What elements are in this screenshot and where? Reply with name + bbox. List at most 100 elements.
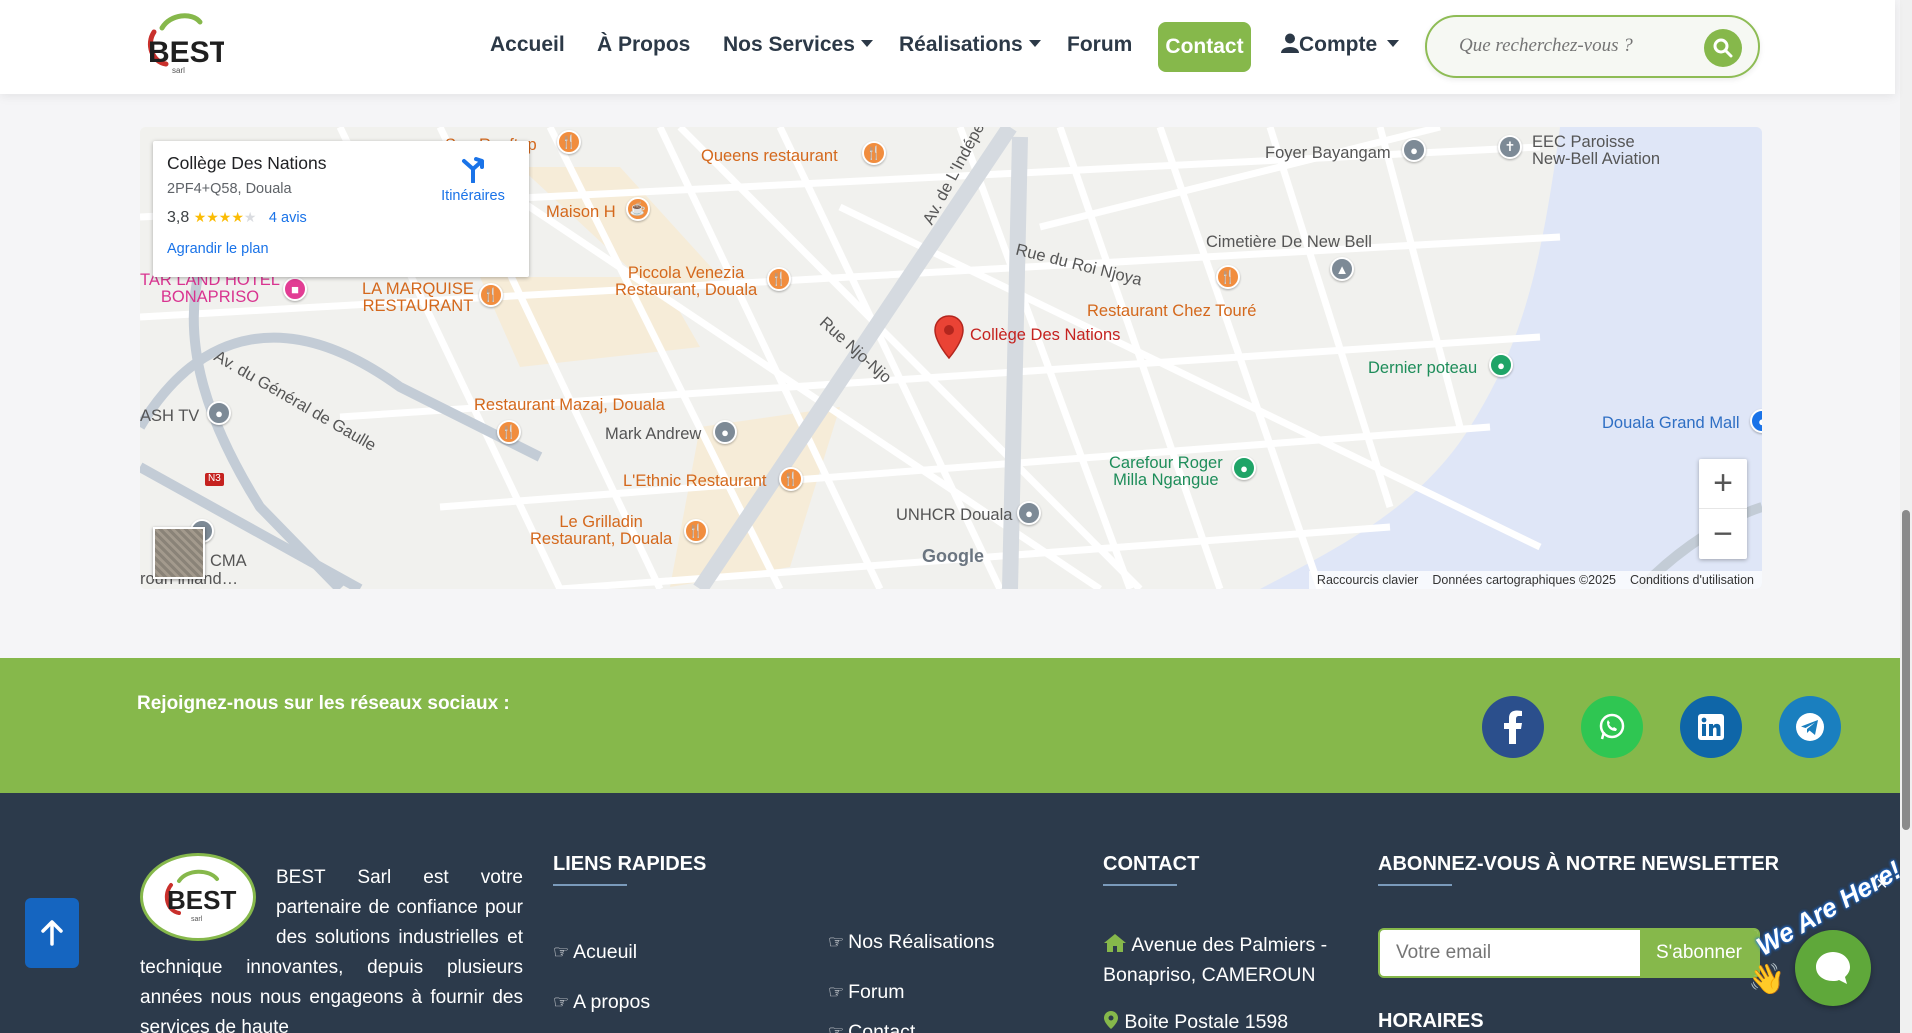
- place-icon[interactable]: ●: [1017, 501, 1041, 525]
- footer-link-contact[interactable]: ☞ Contact: [828, 1021, 915, 1033]
- map-label-ash-tv[interactable]: ASH TV: [140, 407, 199, 425]
- map-label-eec[interactable]: EEC Paroisse New-Bell Aviation: [1532, 133, 1660, 169]
- contact-label: Contact: [1165, 35, 1244, 58]
- zoom-in-button[interactable]: +: [1699, 459, 1747, 509]
- nav-realisations[interactable]: Réalisations: [899, 33, 1041, 57]
- chat-widget-button[interactable]: [1795, 930, 1871, 1006]
- map-label-grand-mall[interactable]: Douala Grand Mall: [1602, 414, 1740, 432]
- map-label-cimetiere[interactable]: Cimetière De New Bell: [1206, 233, 1372, 251]
- directions-button[interactable]: Itinéraires: [423, 155, 523, 204]
- star-empty-icon: ★: [243, 209, 257, 225]
- pointing-hand-icon: ☞: [828, 932, 845, 952]
- map-label-mazaj[interactable]: Restaurant Mazaj, Douala: [474, 396, 665, 414]
- nav-forum[interactable]: Forum: [1067, 33, 1132, 57]
- nav-a-propos[interactable]: À Propos: [597, 33, 690, 57]
- zoom-out-button[interactable]: −: [1699, 509, 1747, 559]
- nav-services-label: Nos Services: [723, 33, 855, 56]
- scrollbar-thumb[interactable]: [1902, 510, 1910, 830]
- embedded-map[interactable]: Sun Rooftop 🍴 Queens restaurant 🍴 Foyer …: [140, 127, 1762, 589]
- place-icon[interactable]: ●: [1232, 456, 1256, 480]
- footer-po-box: Boite Postale 1598: [1103, 1010, 1288, 1033]
- address-text: Avenue des Palmiers - Bonapriso, CAMEROU…: [1103, 934, 1328, 986]
- place-name: Collège Des Nations: [167, 153, 327, 173]
- contact-button[interactable]: Contact: [1158, 22, 1251, 72]
- facebook-icon[interactable]: [1482, 696, 1544, 758]
- search-button[interactable]: [1704, 29, 1742, 67]
- chat-close-icon[interactable]: ×: [1876, 873, 1888, 896]
- restaurant-icon[interactable]: 🍴: [1216, 265, 1240, 289]
- logo-text: BEST: [148, 36, 224, 69]
- subscribe-button[interactable]: S'abonner: [1640, 930, 1758, 976]
- chat-bubble-icon: [1816, 952, 1850, 984]
- logo-sub: sarl: [172, 66, 185, 75]
- linkedin-icon[interactable]: [1680, 696, 1742, 758]
- map-label-chez-toure[interactable]: Restaurant Chez Touré: [1087, 302, 1256, 320]
- map-label-pin[interactable]: Collège Des Nations: [970, 326, 1120, 344]
- map-attribution: Raccourcis clavier Données cartographiqu…: [1308, 571, 1762, 589]
- route-badge: N3: [205, 473, 224, 486]
- map-label-piccola[interactable]: Piccola Venezia Restaurant, Douala: [615, 264, 757, 300]
- terms-link[interactable]: Conditions d'utilisation: [1630, 573, 1754, 587]
- map-label-grilladin[interactable]: Le Grilladin Restaurant, Douala: [530, 513, 672, 549]
- footer-link-accueil[interactable]: ☞ Acueuil: [553, 941, 637, 964]
- place-address: 2PF4+Q58, Douala: [167, 181, 292, 197]
- email-field[interactable]: [1396, 942, 1586, 964]
- map-label-dernier[interactable]: Dernier poteau: [1368, 359, 1477, 377]
- map-label-carrefour[interactable]: Carefour Roger Milla Ngangue: [1109, 454, 1223, 490]
- restaurant-icon[interactable]: 🍴: [557, 130, 581, 154]
- map-label-marquise[interactable]: LA MARQUISE RESTAURANT: [362, 280, 474, 316]
- nav-accueil[interactable]: Accueil: [490, 33, 565, 57]
- restaurant-icon[interactable]: 🍴: [767, 267, 791, 291]
- footer-about: BEST Sarl est votre partenaire de confia…: [140, 863, 523, 1033]
- hotel-icon[interactable]: ■: [283, 277, 307, 301]
- nav-realisations-label: Réalisations: [899, 33, 1023, 56]
- map-label-ethnic[interactable]: L'Ethnic Restaurant: [623, 472, 766, 490]
- footer: BEST sarl BEST Sarl est votre partenaire…: [0, 793, 1900, 1033]
- whatsapp-icon[interactable]: [1581, 696, 1643, 758]
- account-menu[interactable]: Compte: [1281, 33, 1400, 57]
- site-logo[interactable]: BEST sarl: [140, 10, 228, 76]
- enlarge-map-link[interactable]: Agrandir le plan: [167, 241, 269, 257]
- place-icon[interactable]: ●: [207, 401, 231, 425]
- place-icon[interactable]: ●: [713, 420, 737, 444]
- search-input[interactable]: [1459, 35, 1689, 57]
- restaurant-icon[interactable]: 🍴: [779, 467, 803, 491]
- cemetery-icon[interactable]: ▲: [1330, 257, 1354, 281]
- reviews-link[interactable]: 4 avis: [269, 210, 307, 226]
- place-rating: 3,8 ★★★★★ 4 avis: [167, 209, 307, 227]
- church-icon[interactable]: ✝: [1498, 135, 1522, 159]
- map-label-cma[interactable]: CMA: [210, 552, 247, 570]
- place-icon[interactable]: ●: [1402, 138, 1426, 162]
- telegram-icon[interactable]: [1779, 696, 1841, 758]
- map-label-unhcr[interactable]: UNHCR Douala: [896, 506, 1012, 524]
- nav-services[interactable]: Nos Services: [723, 33, 873, 57]
- back-to-top-button[interactable]: [25, 898, 79, 968]
- newsletter-form: S'abonner: [1378, 928, 1760, 978]
- footer-link-label: Acueuil: [573, 941, 638, 963]
- map-label-mark[interactable]: Mark Andrew: [605, 425, 701, 443]
- restaurant-icon[interactable]: 🍴: [479, 283, 503, 307]
- footer-link-apropos[interactable]: ☞ A propos: [553, 991, 650, 1014]
- page-scrollbar[interactable]: [1900, 0, 1912, 1033]
- search-box: [1425, 15, 1760, 78]
- map-pin-icon[interactable]: [933, 315, 965, 360]
- restaurant-icon[interactable]: 🍴: [862, 141, 886, 165]
- po-box-text: Boite Postale 1598: [1124, 1011, 1289, 1033]
- quick-links-title: LIENS RAPIDES: [553, 853, 706, 886]
- navbar: BEST sarl Accueil À Propos Nos Services …: [0, 0, 1895, 94]
- map-label-foyer[interactable]: Foyer Bayangam: [1265, 144, 1391, 162]
- keyboard-shortcuts-link[interactable]: Raccourcis clavier: [1317, 573, 1418, 587]
- location-pin-icon: [1104, 1011, 1118, 1029]
- place-icon[interactable]: ●: [1489, 353, 1513, 377]
- map-label-maison[interactable]: Maison H: [546, 203, 616, 221]
- satellite-toggle[interactable]: [153, 527, 205, 579]
- hours-title: HORAIRES: [1378, 1010, 1484, 1033]
- restaurant-icon[interactable]: 🍴: [684, 519, 708, 543]
- footer-link-forum[interactable]: ☞ Forum: [828, 981, 904, 1004]
- map-label-queens[interactable]: Queens restaurant: [701, 147, 838, 165]
- google-logo: Google: [922, 546, 984, 566]
- footer-link-realisations[interactable]: ☞ Nos Réalisations: [828, 931, 994, 954]
- restaurant-icon[interactable]: 🍴: [497, 420, 521, 444]
- map-label-starland[interactable]: TAR LAND HOTEL BONAPRISO: [140, 271, 280, 307]
- cafe-icon[interactable]: ☕: [626, 197, 650, 221]
